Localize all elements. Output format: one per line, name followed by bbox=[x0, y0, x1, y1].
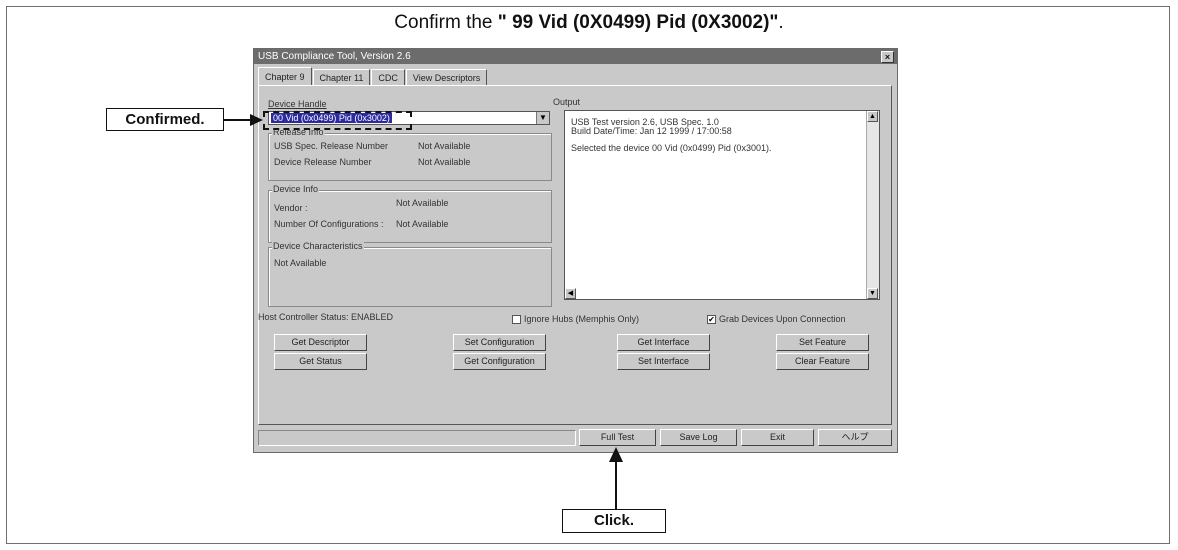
confirmed-arrow bbox=[224, 114, 263, 126]
callout-arrows bbox=[224, 114, 623, 509]
click-arrow bbox=[609, 447, 623, 509]
